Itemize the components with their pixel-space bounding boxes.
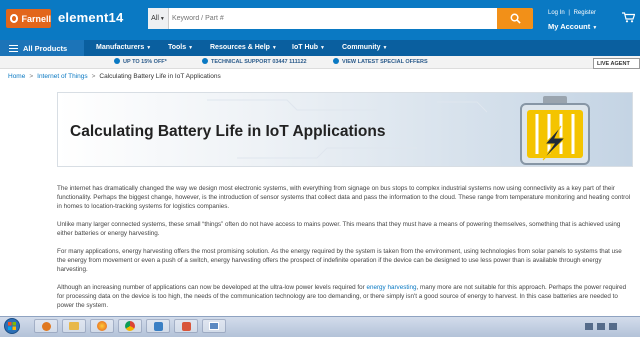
window-icon xyxy=(209,322,219,330)
article-paragraph-4: Although an increasing number of applica… xyxy=(57,283,632,310)
chevron-down-icon: ▼ xyxy=(159,15,165,22)
farnell-logo-text: Farnell xyxy=(21,13,51,24)
discount-icon xyxy=(114,58,120,64)
search-input[interactable] xyxy=(172,11,472,25)
element14-brand[interactable]: element14 xyxy=(58,10,123,25)
register-link[interactable]: Register xyxy=(574,10,596,16)
paragraph-text: Although an increasing number of applica… xyxy=(57,284,367,291)
chevron-down-icon: ▼ xyxy=(592,25,598,31)
tray-network-icon xyxy=(585,323,593,330)
nav-community-label: Community xyxy=(342,44,381,51)
folder-icon xyxy=(69,322,79,330)
search-bar: All ▼ xyxy=(148,8,533,29)
chevron-down-icon: ▼ xyxy=(320,45,325,51)
media-player-icon xyxy=(41,321,51,331)
breadcrumb-home[interactable]: Home xyxy=(8,73,25,80)
taskbar-media-player[interactable] xyxy=(34,319,58,333)
nav-resources-help[interactable]: Resources & Help ▼ xyxy=(210,44,277,51)
chevron-down-icon: ▼ xyxy=(188,45,194,51)
taskbar-app[interactable] xyxy=(174,319,198,333)
chevron-down-icon: ▼ xyxy=(382,45,388,51)
chevron-down-icon: ▼ xyxy=(271,45,277,51)
link-separator: | xyxy=(568,10,570,16)
promo-discount-link[interactable]: UP TO 15% OFF* xyxy=(123,59,167,65)
article-paragraph-1: The internet has dramatically changed th… xyxy=(57,185,631,210)
taskbar-explorer[interactable] xyxy=(62,319,86,333)
my-account-menu[interactable]: My Account ▼ xyxy=(548,22,597,31)
chrome-icon xyxy=(125,321,135,331)
taskbar-network-app[interactable] xyxy=(146,319,170,333)
app-icon xyxy=(181,321,191,331)
all-products-label: All Products xyxy=(23,43,68,53)
breadcrumb: Home > Internet of Things > Calculating Batt… xyxy=(8,73,221,80)
nav-iot-hub-label: IoT Hub xyxy=(292,44,319,51)
nav-resources-label: Resources & Help xyxy=(210,44,270,51)
taskbar-chrome[interactable] xyxy=(118,319,142,333)
promo-bar xyxy=(0,56,640,69)
account-area: Log In | Register My Account ▼ xyxy=(548,10,597,31)
all-products-button[interactable]: All Products xyxy=(0,40,84,56)
tray-volume-icon xyxy=(597,323,605,330)
taskbar-firefox[interactable] xyxy=(90,319,114,333)
nav-manufacturers[interactable]: Manufacturers ▼ xyxy=(96,44,151,51)
menu-icon xyxy=(9,43,18,54)
firefox-icon xyxy=(97,321,107,331)
nav-community[interactable]: Community ▼ xyxy=(342,44,387,51)
breadcrumb-separator: > xyxy=(29,73,34,80)
nav-tools-label: Tools xyxy=(168,44,187,51)
live-agent-button[interactable]: LIVE AGENT xyxy=(593,58,640,69)
breadcrumb-iot[interactable]: Internet of Things xyxy=(37,73,87,80)
farnell-logo-icon xyxy=(10,14,19,23)
article-paragraph-2: Unlike many larger connected systems, th… xyxy=(57,221,621,237)
cart-icon[interactable] xyxy=(622,12,635,23)
login-link[interactable]: Log In xyxy=(548,10,565,16)
search-category-label: All xyxy=(151,15,159,22)
phone-icon xyxy=(202,58,208,64)
article-title: Calculating Battery Life in IoT Applicat… xyxy=(70,123,386,140)
tag-icon xyxy=(333,58,339,64)
promo-special-offers-link[interactable]: VIEW LATEST SPECIAL OFFERS xyxy=(342,59,428,65)
promo-tech-support-link[interactable]: TECHNICAL SUPPORT 03447 111122 xyxy=(211,59,307,65)
article-paragraph-3: For many applications, energy harvesting… xyxy=(57,248,622,273)
chevron-down-icon: ▼ xyxy=(146,45,152,51)
energy-harvesting-link[interactable]: energy harvesting xyxy=(366,284,416,291)
live-agent-label: LIVE AGENT xyxy=(597,60,630,67)
system-tray xyxy=(585,323,617,330)
search-icon xyxy=(510,13,521,24)
nav-iot-hub[interactable]: IoT Hub ▼ xyxy=(292,44,325,51)
network-icon xyxy=(153,321,163,331)
nav-manufacturers-label: Manufacturers xyxy=(96,44,145,51)
search-button[interactable] xyxy=(497,8,533,29)
start-orb-icon[interactable] xyxy=(4,318,20,334)
my-account-label: My Account xyxy=(548,22,591,31)
nav-tools[interactable]: Tools ▼ xyxy=(168,44,193,51)
breadcrumb-separator: > xyxy=(91,73,96,80)
taskbar-window[interactable] xyxy=(202,319,226,333)
search-category-select[interactable]: All ▼ xyxy=(148,8,169,29)
battery-icon xyxy=(520,96,590,165)
tray-flag-icon xyxy=(609,323,617,330)
breadcrumb-current: Calculating Battery Life in IoT Applicat… xyxy=(99,73,221,80)
farnell-logo[interactable]: Farnell xyxy=(6,9,51,28)
